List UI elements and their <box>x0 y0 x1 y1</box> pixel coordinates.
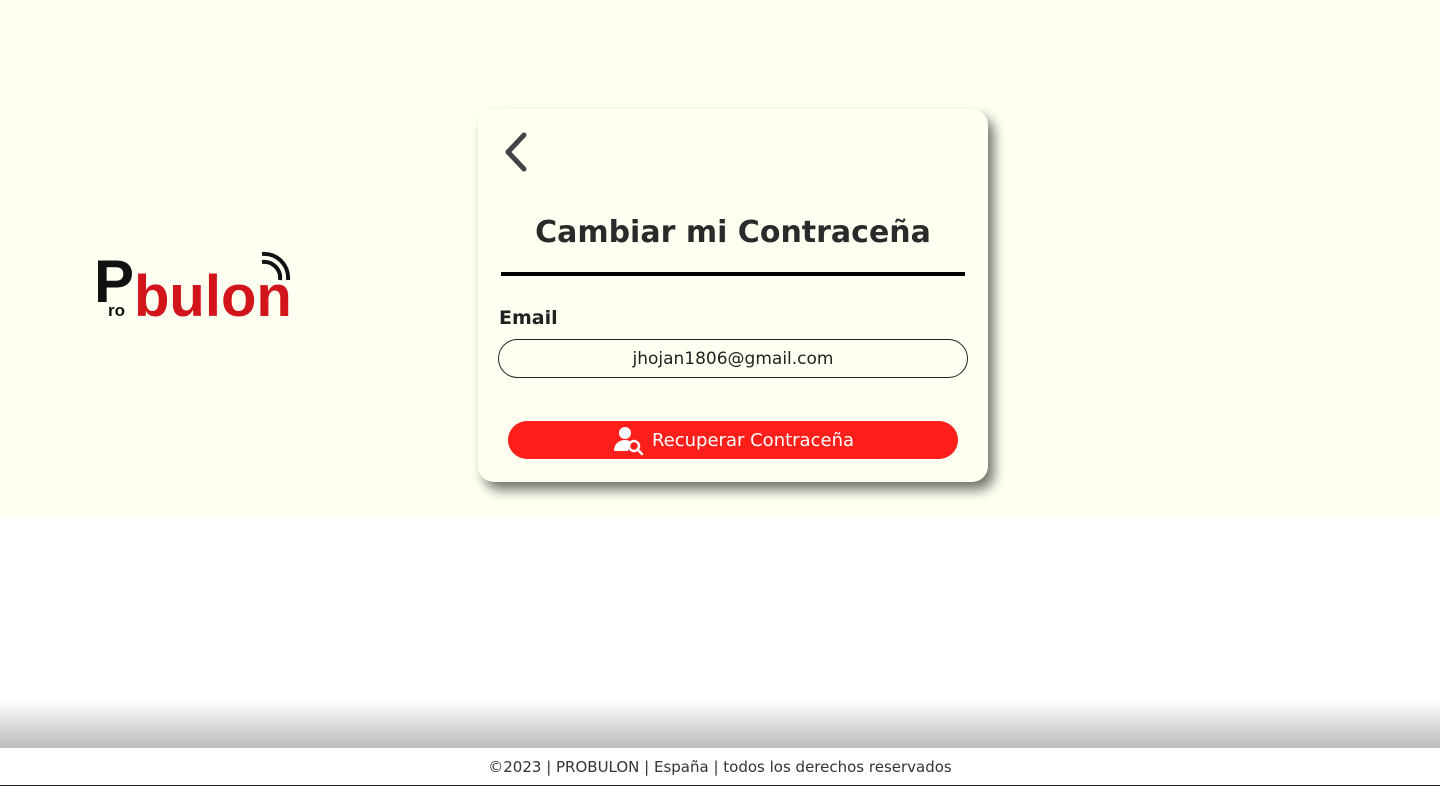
footer-copyright: ©2023 | PROBULON | España | todos los de… <box>488 758 952 776</box>
password-recovery-card: Cambiar mi Contraceña Email Recuperar Co… <box>478 109 988 482</box>
svg-text:ro: ro <box>108 301 125 320</box>
recover-password-button[interactable]: Recuperar Contraceña <box>508 421 958 459</box>
probulon-logo: P ro bulon <box>94 250 292 320</box>
recover-password-label: Recuperar Contraceña <box>651 429 855 451</box>
svg-text:bulon: bulon <box>134 264 292 320</box>
email-label: Email <box>499 307 558 329</box>
title-divider <box>501 272 965 276</box>
back-chevron-icon[interactable] <box>500 131 532 173</box>
email-field[interactable] <box>498 339 968 378</box>
page-footer: ©2023 | PROBULON | España | todos los de… <box>0 748 1440 786</box>
user-search-icon <box>613 427 644 456</box>
footer-shadow <box>0 700 1440 748</box>
hero-section: P ro bulon Cambiar mi Contraceña Email R… <box>0 0 1440 516</box>
page-title: Cambiar mi Contraceña <box>535 215 931 250</box>
